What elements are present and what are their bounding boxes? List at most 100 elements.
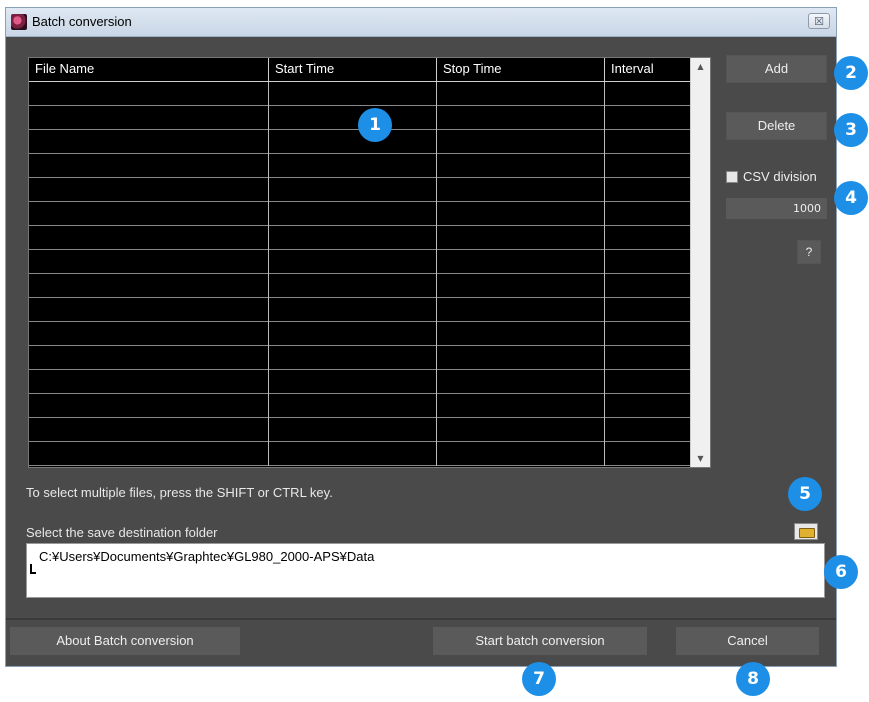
table-cell[interactable] (605, 298, 691, 322)
table-cell[interactable] (605, 130, 691, 154)
table-cell[interactable] (29, 250, 269, 274)
table-row[interactable] (29, 394, 691, 418)
table-row[interactable] (29, 442, 691, 466)
table-cell[interactable] (437, 346, 605, 370)
table-row[interactable] (29, 274, 691, 298)
about-batch-conversion-button[interactable]: About Batch conversion (10, 627, 240, 655)
table-cell[interactable] (29, 370, 269, 394)
table-body[interactable] (29, 82, 691, 467)
column-header-stop-time[interactable]: Stop Time (437, 58, 605, 81)
delete-button[interactable]: Delete (726, 112, 827, 140)
table-cell[interactable] (269, 346, 437, 370)
table-cell[interactable] (29, 130, 269, 154)
table-cell[interactable] (29, 442, 269, 466)
table-cell[interactable] (437, 178, 605, 202)
table-cell[interactable] (437, 226, 605, 250)
table-cell[interactable] (437, 82, 605, 106)
table-cell[interactable] (437, 370, 605, 394)
table-cell[interactable] (269, 154, 437, 178)
table-cell[interactable] (605, 154, 691, 178)
cancel-button[interactable]: Cancel (676, 627, 819, 655)
table-row[interactable] (29, 370, 691, 394)
table-cell[interactable] (29, 346, 269, 370)
table-row[interactable] (29, 346, 691, 370)
csv-division-checkbox[interactable] (726, 170, 738, 183)
table-cell[interactable] (437, 202, 605, 226)
table-cell[interactable] (437, 274, 605, 298)
table-cell[interactable] (437, 442, 605, 466)
table-cell[interactable] (605, 202, 691, 226)
table-cell[interactable] (29, 226, 269, 250)
vertical-scrollbar[interactable]: ▲ ▼ (690, 58, 710, 467)
table-cell[interactable] (605, 82, 691, 106)
table-cell[interactable] (29, 106, 269, 130)
table-cell[interactable] (29, 202, 269, 226)
table-cell[interactable] (269, 370, 437, 394)
table-row[interactable] (29, 178, 691, 202)
table-cell[interactable] (605, 274, 691, 298)
close-button[interactable]: ☒ (808, 13, 830, 29)
callout-badge-1: 1 (358, 108, 392, 142)
table-cell[interactable] (605, 322, 691, 346)
table-cell[interactable] (605, 394, 691, 418)
column-header-start-time[interactable]: Start Time (269, 58, 437, 81)
table-cell[interactable] (437, 418, 605, 442)
table-cell[interactable] (269, 442, 437, 466)
table-cell[interactable] (29, 178, 269, 202)
table-cell[interactable] (29, 322, 269, 346)
table-cell[interactable] (29, 394, 269, 418)
help-button[interactable]: ? (797, 240, 821, 264)
table-cell[interactable] (605, 250, 691, 274)
table-cell[interactable] (269, 130, 437, 154)
table-cell[interactable] (269, 418, 437, 442)
table-row[interactable] (29, 154, 691, 178)
table-cell[interactable] (437, 322, 605, 346)
table-cell[interactable] (29, 298, 269, 322)
table-cell[interactable] (269, 178, 437, 202)
scroll-down-icon[interactable]: ▼ (691, 450, 710, 467)
table-row[interactable] (29, 82, 691, 106)
table-cell[interactable] (269, 298, 437, 322)
footer-divider (6, 618, 836, 620)
table-cell[interactable] (269, 226, 437, 250)
table-row[interactable] (29, 202, 691, 226)
save-folder-path-field[interactable]: C:¥Users¥Documents¥Graphtec¥GL980_2000-A… (26, 543, 825, 598)
table-cell[interactable] (437, 250, 605, 274)
table-cell[interactable] (437, 298, 605, 322)
table-cell[interactable] (29, 418, 269, 442)
table-cell[interactable] (269, 106, 437, 130)
table-cell[interactable] (269, 274, 437, 298)
table-cell[interactable] (605, 442, 691, 466)
table-row[interactable] (29, 298, 691, 322)
table-row[interactable] (29, 226, 691, 250)
table-cell[interactable] (29, 154, 269, 178)
scroll-up-icon[interactable]: ▲ (691, 58, 710, 75)
table-cell[interactable] (437, 394, 605, 418)
table-row[interactable] (29, 322, 691, 346)
table-cell[interactable] (269, 394, 437, 418)
table-cell[interactable] (269, 82, 437, 106)
table-cell[interactable] (605, 106, 691, 130)
table-cell[interactable] (269, 202, 437, 226)
table-cell[interactable] (605, 370, 691, 394)
table-cell[interactable] (605, 178, 691, 202)
csv-division-input[interactable]: 1000 (726, 198, 827, 219)
table-cell[interactable] (437, 154, 605, 178)
table-row[interactable] (29, 418, 691, 442)
table-cell[interactable] (437, 106, 605, 130)
start-batch-conversion-button[interactable]: Start batch conversion (433, 627, 647, 655)
table-cell[interactable] (29, 82, 269, 106)
table-cell[interactable] (437, 130, 605, 154)
table-cell[interactable] (269, 322, 437, 346)
add-button[interactable]: Add (726, 55, 827, 83)
browse-folder-button[interactable] (794, 523, 818, 540)
table-cell[interactable] (605, 418, 691, 442)
table-row[interactable] (29, 250, 691, 274)
table-cell[interactable] (269, 250, 437, 274)
column-header-interval[interactable]: Interval (605, 58, 691, 81)
table-cell[interactable] (605, 226, 691, 250)
table-cell[interactable] (605, 346, 691, 370)
table-cell[interactable] (29, 274, 269, 298)
csv-division-option[interactable]: CSV division (726, 169, 817, 184)
column-header-file-name[interactable]: File Name (29, 58, 269, 81)
